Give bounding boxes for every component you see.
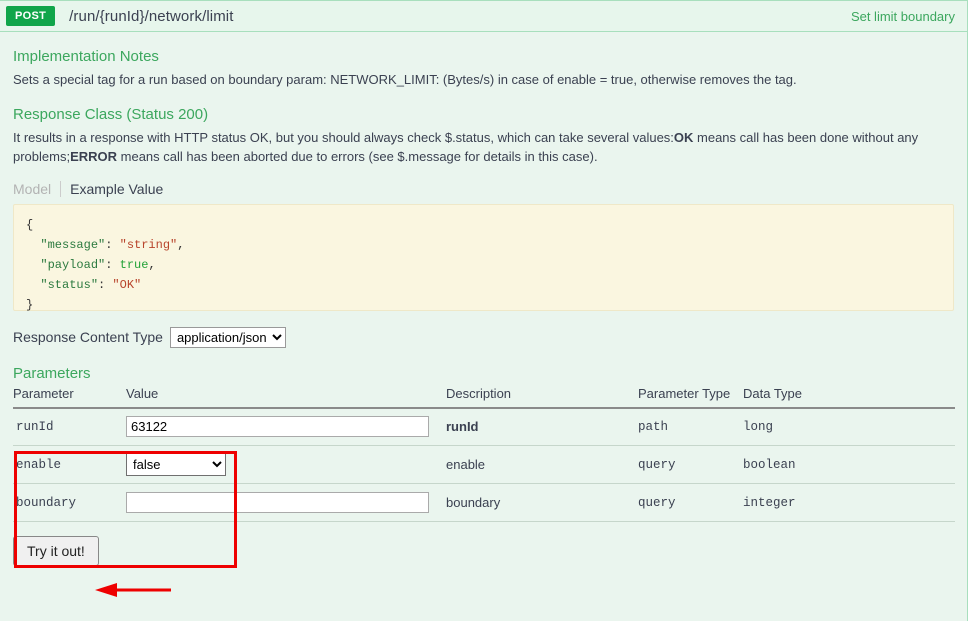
response-class-heading: Response Class (Status 200) — [13, 105, 209, 123]
param-name-enable: enable — [13, 445, 126, 485]
param-datatype-boundary: integer — [743, 483, 955, 523]
param-value-cell-boundary — [126, 483, 446, 523]
boundary-input[interactable] — [126, 492, 429, 514]
table-row: enable false enable query boolean — [13, 445, 955, 485]
model-example-tabs: Model Example Value — [13, 180, 954, 197]
code-key-message: "message" — [40, 237, 106, 252]
response-content-type-label: Response Content Type — [13, 329, 163, 346]
param-name-boundary: boundary — [13, 483, 126, 523]
parameters-heading: Parameters — [13, 364, 91, 382]
response-class-bold-ok: OK — [673, 129, 694, 145]
response-class-text-part1: It results in a response with HTTP statu… — [13, 129, 674, 145]
param-description-enable: enable — [446, 445, 638, 485]
column-header-description: Description — [446, 385, 638, 409]
param-type-runid: path — [638, 407, 743, 447]
try-it-out-button[interactable]: Try it out! — [13, 536, 99, 567]
operation-body: Implementation Notes Sets a special tag … — [0, 48, 967, 621]
response-content-type-select[interactable]: application/json — [169, 326, 286, 348]
response-class-text: It results in a response with HTTP statu… — [13, 129, 948, 167]
param-datatype-runid: long — [743, 407, 955, 447]
operation-summary: Set limit boundary — [850, 8, 955, 24]
column-header-value: Value — [126, 385, 446, 409]
response-class-text-part3: means call has been aborted due to error… — [117, 148, 598, 164]
response-class-bold-error: ERROR — [70, 148, 118, 164]
swagger-operation-panel: POST /run/{runId}/network/limit Set limi… — [0, 0, 968, 621]
code-key-payload: "payload" — [40, 257, 106, 272]
table-row: runId runId path long — [13, 407, 955, 447]
code-open-brace: { — [26, 217, 34, 232]
code-val-message: "string" — [119, 237, 178, 252]
param-description-runid: runId — [446, 407, 638, 447]
tab-model[interactable]: Model — [13, 181, 60, 197]
param-name-runid: runId — [13, 407, 126, 447]
code-key-status: "status" — [40, 277, 99, 292]
column-header-data-type: Data Type — [743, 385, 955, 409]
parameters-table: Parameter Value Description Parameter Ty… — [13, 385, 955, 523]
implementation-notes-heading: Implementation Notes — [13, 48, 159, 65]
param-type-enable: query — [638, 445, 743, 485]
param-description-boundary: boundary — [446, 483, 638, 523]
response-content-type-row: Response Content Type application/json — [13, 326, 954, 348]
column-header-parameter: Parameter — [13, 385, 126, 409]
param-value-cell-runid — [126, 407, 446, 447]
tab-example-value[interactable]: Example Value — [60, 180, 172, 197]
runid-input[interactable] — [126, 416, 429, 438]
operation-path: /run/{runId}/network/limit — [69, 7, 234, 25]
implementation-notes-text: Sets a special tag for a run based on bo… — [13, 72, 797, 87]
operation-header[interactable]: POST /run/{runId}/network/limit Set limi… — [0, 1, 967, 32]
code-close-brace: } — [26, 297, 34, 312]
http-method-badge: POST — [6, 6, 56, 26]
submit-row: Try it out! — [13, 536, 954, 567]
enable-select[interactable]: false — [126, 453, 226, 477]
param-type-boundary: query — [638, 483, 743, 523]
column-header-parameter-type: Parameter Type — [638, 385, 743, 409]
code-val-status: "OK" — [112, 277, 142, 292]
parameters-table-header-row: Parameter Value Description Parameter Ty… — [13, 385, 955, 409]
param-datatype-enable: boolean — [743, 445, 955, 485]
param-value-cell-enable: false — [126, 445, 446, 485]
code-val-payload: true — [119, 257, 149, 272]
table-row: boundary boundary query integer — [13, 483, 955, 523]
example-value-code: { "message": "string", "payload": true, … — [13, 203, 954, 312]
